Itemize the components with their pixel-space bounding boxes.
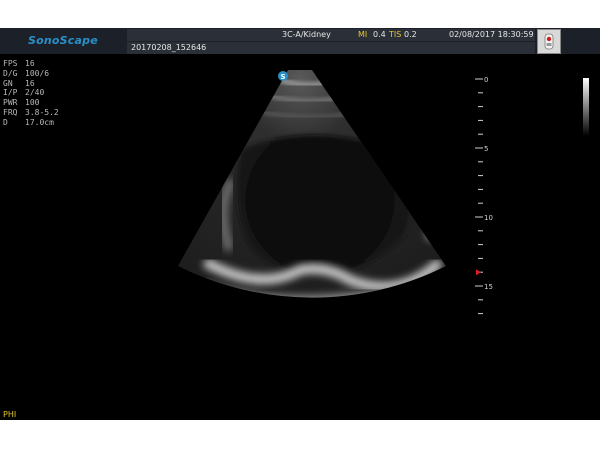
depth-scale: 0 5 10 15 [475,76,493,315]
depth-label: 10 [484,214,493,222]
ultrasound-image: S [178,70,446,298]
orientation-marker-letter: S [280,73,285,81]
depth-label: 5 [484,145,488,153]
orientation-marker-icon: S [278,71,288,81]
focus-marker-icon[interactable] [476,269,481,276]
depth-label: 0 [484,76,488,84]
scan-sector [178,70,446,298]
grayscale-bar [583,78,589,136]
phi-mode-label: PHI [3,410,17,419]
depth-label: 15 [484,283,493,291]
